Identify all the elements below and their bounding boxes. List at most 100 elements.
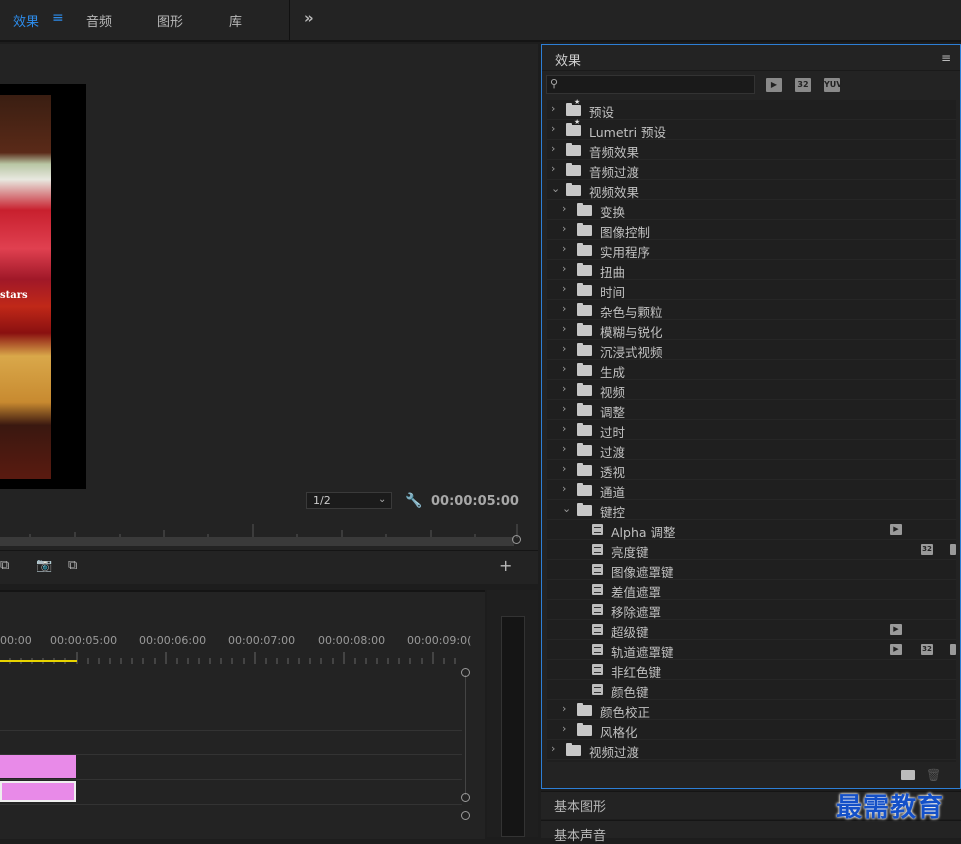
workspace-tab-graphics[interactable]: 图形 <box>157 11 183 30</box>
effects-tree-item[interactable]: 颜色键 <box>547 680 956 700</box>
chevron-right-icon[interactable]: › <box>562 402 566 415</box>
32bit-filter-icon[interactable]: 32 <box>795 78 811 92</box>
effects-tree-item[interactable]: 轨道遮罩键 ▶ 32 <box>547 640 956 660</box>
chevron-right-icon[interactable]: › <box>562 342 566 355</box>
effects-tree-item[interactable]: › 音频效果 <box>547 140 956 160</box>
effects-tree-item[interactable]: › 视频过渡 <box>547 740 956 760</box>
chevron-down-icon[interactable]: ⌄ <box>551 182 560 195</box>
ruler-label: 00:00 <box>0 634 32 647</box>
effects-tree-item[interactable]: › Lumetri 预设 <box>547 118 956 140</box>
timeline-clip-selected[interactable] <box>0 781 76 802</box>
effects-tree-item[interactable]: › 实用程序 <box>547 240 956 260</box>
effects-tree-item[interactable]: › 音频过渡 <box>547 160 956 180</box>
effects-tree-item[interactable]: › 过渡 <box>547 440 956 460</box>
work-area-bar[interactable] <box>0 660 77 662</box>
timeline-vertical-scroll[interactable] <box>465 675 466 795</box>
chevron-down-icon[interactable]: ⌄ <box>562 502 571 515</box>
effects-tree-label: 颜色校正 <box>600 705 651 720</box>
chevron-right-icon[interactable]: › <box>562 282 566 295</box>
panel-menu-icon[interactable]: ≡ <box>941 51 951 65</box>
effects-tree-item[interactable]: › 预设 <box>547 98 956 120</box>
compare-view-icon[interactable]: ⧉ <box>68 558 77 573</box>
chevron-right-icon[interactable]: › <box>562 362 566 375</box>
effects-tree-item[interactable]: › 通道 <box>547 480 956 500</box>
effects-tree-item[interactable]: 差值遮罩 <box>547 580 956 600</box>
effects-tree-item[interactable]: 亮度键 32 <box>547 540 956 560</box>
workspace-tab-audio[interactable]: 音频 <box>86 11 112 30</box>
yuv-filter-icon[interactable]: YUV <box>824 78 842 92</box>
effects-tree-label: 音频过渡 <box>589 165 640 180</box>
effects-tree-item[interactable]: › 沉浸式视频 <box>547 340 956 360</box>
chevron-right-icon[interactable]: › <box>562 242 566 255</box>
effects-tree-label: 变换 <box>600 205 626 220</box>
chevron-right-icon[interactable]: › <box>562 262 566 275</box>
watermark-logo: 最需教育 <box>836 793 945 823</box>
chevron-right-icon[interactable]: › <box>562 722 566 735</box>
scroll-handle-bottom[interactable] <box>461 793 470 802</box>
effects-tree-item[interactable]: › 调整 <box>547 400 956 420</box>
effects-tree-item[interactable]: › 生成 <box>547 360 956 380</box>
chevron-right-icon[interactable]: › <box>562 702 566 715</box>
chevron-right-icon[interactable]: › <box>551 742 555 755</box>
effects-tree-item[interactable]: › 扭曲 <box>547 260 956 280</box>
timeline-clip[interactable] <box>0 755 76 778</box>
chevron-right-icon[interactable]: › <box>562 482 566 495</box>
effects-tree-item[interactable]: › 颜色校正 <box>547 700 956 720</box>
chevron-right-icon[interactable]: › <box>562 222 566 235</box>
camera-icon[interactable]: 📷 <box>36 558 52 573</box>
divider <box>542 70 960 71</box>
effects-panel-title[interactable]: 效果 <box>555 50 581 69</box>
accelerated-filter-icon[interactable]: ▶ <box>766 78 782 92</box>
workspace-tab-effects[interactable]: 效果 <box>13 11 39 30</box>
chevron-right-icon[interactable]: › <box>562 442 566 455</box>
folder-icon <box>566 163 581 176</box>
effects-tree-item[interactable]: 图像遮罩键 <box>547 560 956 580</box>
effects-tree-item[interactable]: 超级键 ▶ <box>547 620 956 640</box>
chevron-right-icon[interactable]: › <box>562 322 566 335</box>
more-workspaces-icon[interactable]: » <box>304 9 314 27</box>
32bit-badge-icon: 32 <box>921 644 933 655</box>
workspace-menu-icon[interactable]: ≡ <box>52 10 64 26</box>
insert-icon[interactable]: ⧉ <box>0 558 9 573</box>
add-button-icon[interactable]: + <box>499 556 512 575</box>
new-bin-icon[interactable] <box>901 770 915 780</box>
effects-tree-item[interactable]: › 过时 <box>547 420 956 440</box>
folder-icon <box>577 723 592 736</box>
effects-tree-item[interactable]: › 模糊与锐化 <box>547 320 956 340</box>
track-divider <box>0 804 462 805</box>
trash-icon[interactable]: 🗑 <box>926 768 941 782</box>
effects-tree-item[interactable]: › 风格化 <box>547 720 956 740</box>
wrench-icon[interactable]: 🔧 <box>405 493 422 509</box>
effects-tree-item[interactable]: › 杂色与颗粒 <box>547 300 956 320</box>
effects-tree-item[interactable]: › 时间 <box>547 280 956 300</box>
monitor-scroll-bar[interactable] <box>0 537 514 546</box>
effects-tree-item[interactable]: Alpha 调整 ▶ <box>547 520 956 540</box>
folder-icon <box>577 303 592 316</box>
effects-tree-item[interactable]: 移除遮罩 <box>547 600 956 620</box>
chevron-right-icon[interactable]: › <box>562 462 566 475</box>
scroll-handle-top[interactable] <box>461 668 470 677</box>
effects-tree-item[interactable]: ⌄ 视频效果 <box>547 180 956 200</box>
effects-tree-label: 音频效果 <box>589 145 640 160</box>
chevron-right-icon[interactable]: › <box>551 102 555 115</box>
chevron-right-icon[interactable]: › <box>551 122 555 135</box>
chevron-right-icon[interactable]: › <box>562 382 566 395</box>
chevron-right-icon[interactable]: › <box>551 162 555 175</box>
monitor-scroll-handle[interactable] <box>512 535 521 544</box>
effects-tree-label: 视频过渡 <box>589 745 640 760</box>
effects-tree-item[interactable]: › 透视 <box>547 460 956 480</box>
effects-tree-item[interactable]: › 视频 <box>547 380 956 400</box>
scroll-handle[interactable] <box>461 811 470 820</box>
search-input[interactable] <box>546 75 755 94</box>
effects-tree-label: 过渡 <box>600 445 626 460</box>
chevron-right-icon[interactable]: › <box>551 142 555 155</box>
chevron-right-icon[interactable]: › <box>562 422 566 435</box>
monitor-mini-ruler[interactable] <box>0 520 520 538</box>
chevron-right-icon[interactable]: › <box>562 302 566 315</box>
chevron-right-icon[interactable]: › <box>562 202 566 215</box>
effects-tree-item[interactable]: › 图像控制 <box>547 220 956 240</box>
workspace-tab-libraries[interactable]: 库 <box>229 11 242 30</box>
effects-tree-item[interactable]: › 变换 <box>547 200 956 220</box>
effects-tree-item[interactable]: 非红色键 <box>547 660 956 680</box>
effects-tree-item[interactable]: ⌄ 键控 <box>547 500 956 520</box>
